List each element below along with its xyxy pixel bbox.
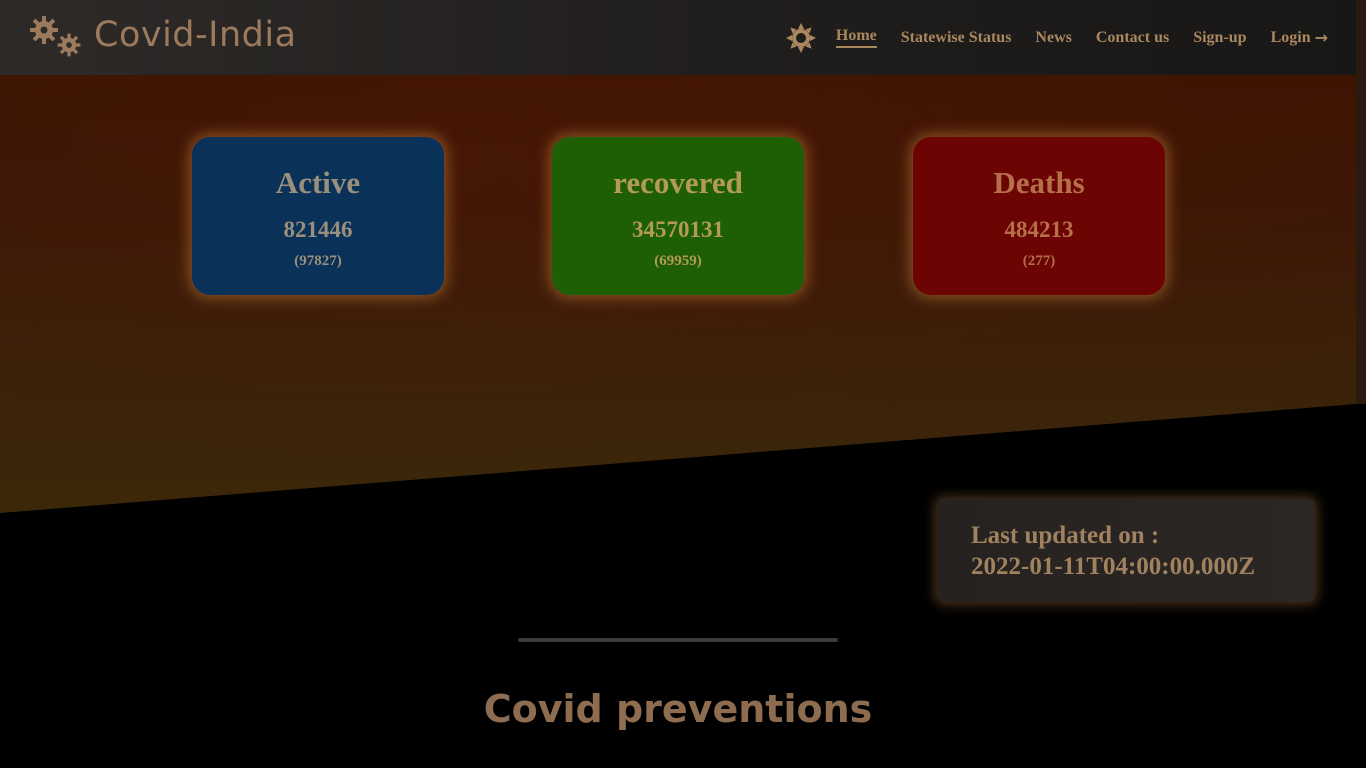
nav-links: Home Statewise Status News Contact us Si… — [785, 0, 1328, 75]
nav-statewise-status[interactable]: Statewise Status — [901, 29, 1012, 47]
brand-name: Covid-India — [94, 15, 297, 55]
sun-icon[interactable] — [785, 22, 816, 53]
deaths-card: Deaths 484213 (277) — [913, 137, 1165, 295]
nav-login-label: Login — [1270, 28, 1311, 46]
active-delta: (97827) — [294, 253, 342, 269]
nav-login[interactable]: Login → — [1271, 28, 1328, 47]
nav-contact-us[interactable]: Contact us — [1096, 29, 1169, 47]
recovered-title: recovered — [613, 165, 743, 200]
brand[interactable]: Covid-India — [28, 12, 297, 58]
nav-news[interactable]: News — [1035, 29, 1071, 47]
nav-home[interactable]: Home — [835, 27, 877, 48]
deaths-title: Deaths — [993, 165, 1085, 200]
deaths-value: 484213 — [1004, 217, 1074, 242]
active-value: 821446 — [283, 217, 353, 242]
deaths-delta: (277) — [1022, 253, 1056, 269]
scrollbar[interactable] — [1356, 0, 1366, 404]
recovered-card: recovered 34570131 (69959) — [552, 137, 804, 295]
recovered-value: 34570131 — [632, 217, 724, 242]
preventions-title: Covid preventions — [483, 687, 873, 731]
last-updated-label: Last updated on : — [971, 522, 1160, 549]
gears-icon — [28, 12, 84, 58]
last-updated-box: Last updated on : 2022-01-11T04:00:00.00… — [937, 499, 1315, 602]
last-updated-timestamp: 2022-01-11T04:00:00.000Z — [971, 553, 1256, 580]
recovered-delta: (69959) — [654, 253, 702, 269]
section-divider — [518, 638, 838, 642]
active-title: Active — [275, 165, 361, 200]
active-card: Active 821446 (97827) — [192, 137, 444, 295]
nav-sign-up[interactable]: Sign-up — [1193, 29, 1246, 47]
navbar: Covid-India Home Statewise Status News C… — [0, 0, 1356, 75]
arrow-right-icon: → — [1314, 28, 1328, 47]
